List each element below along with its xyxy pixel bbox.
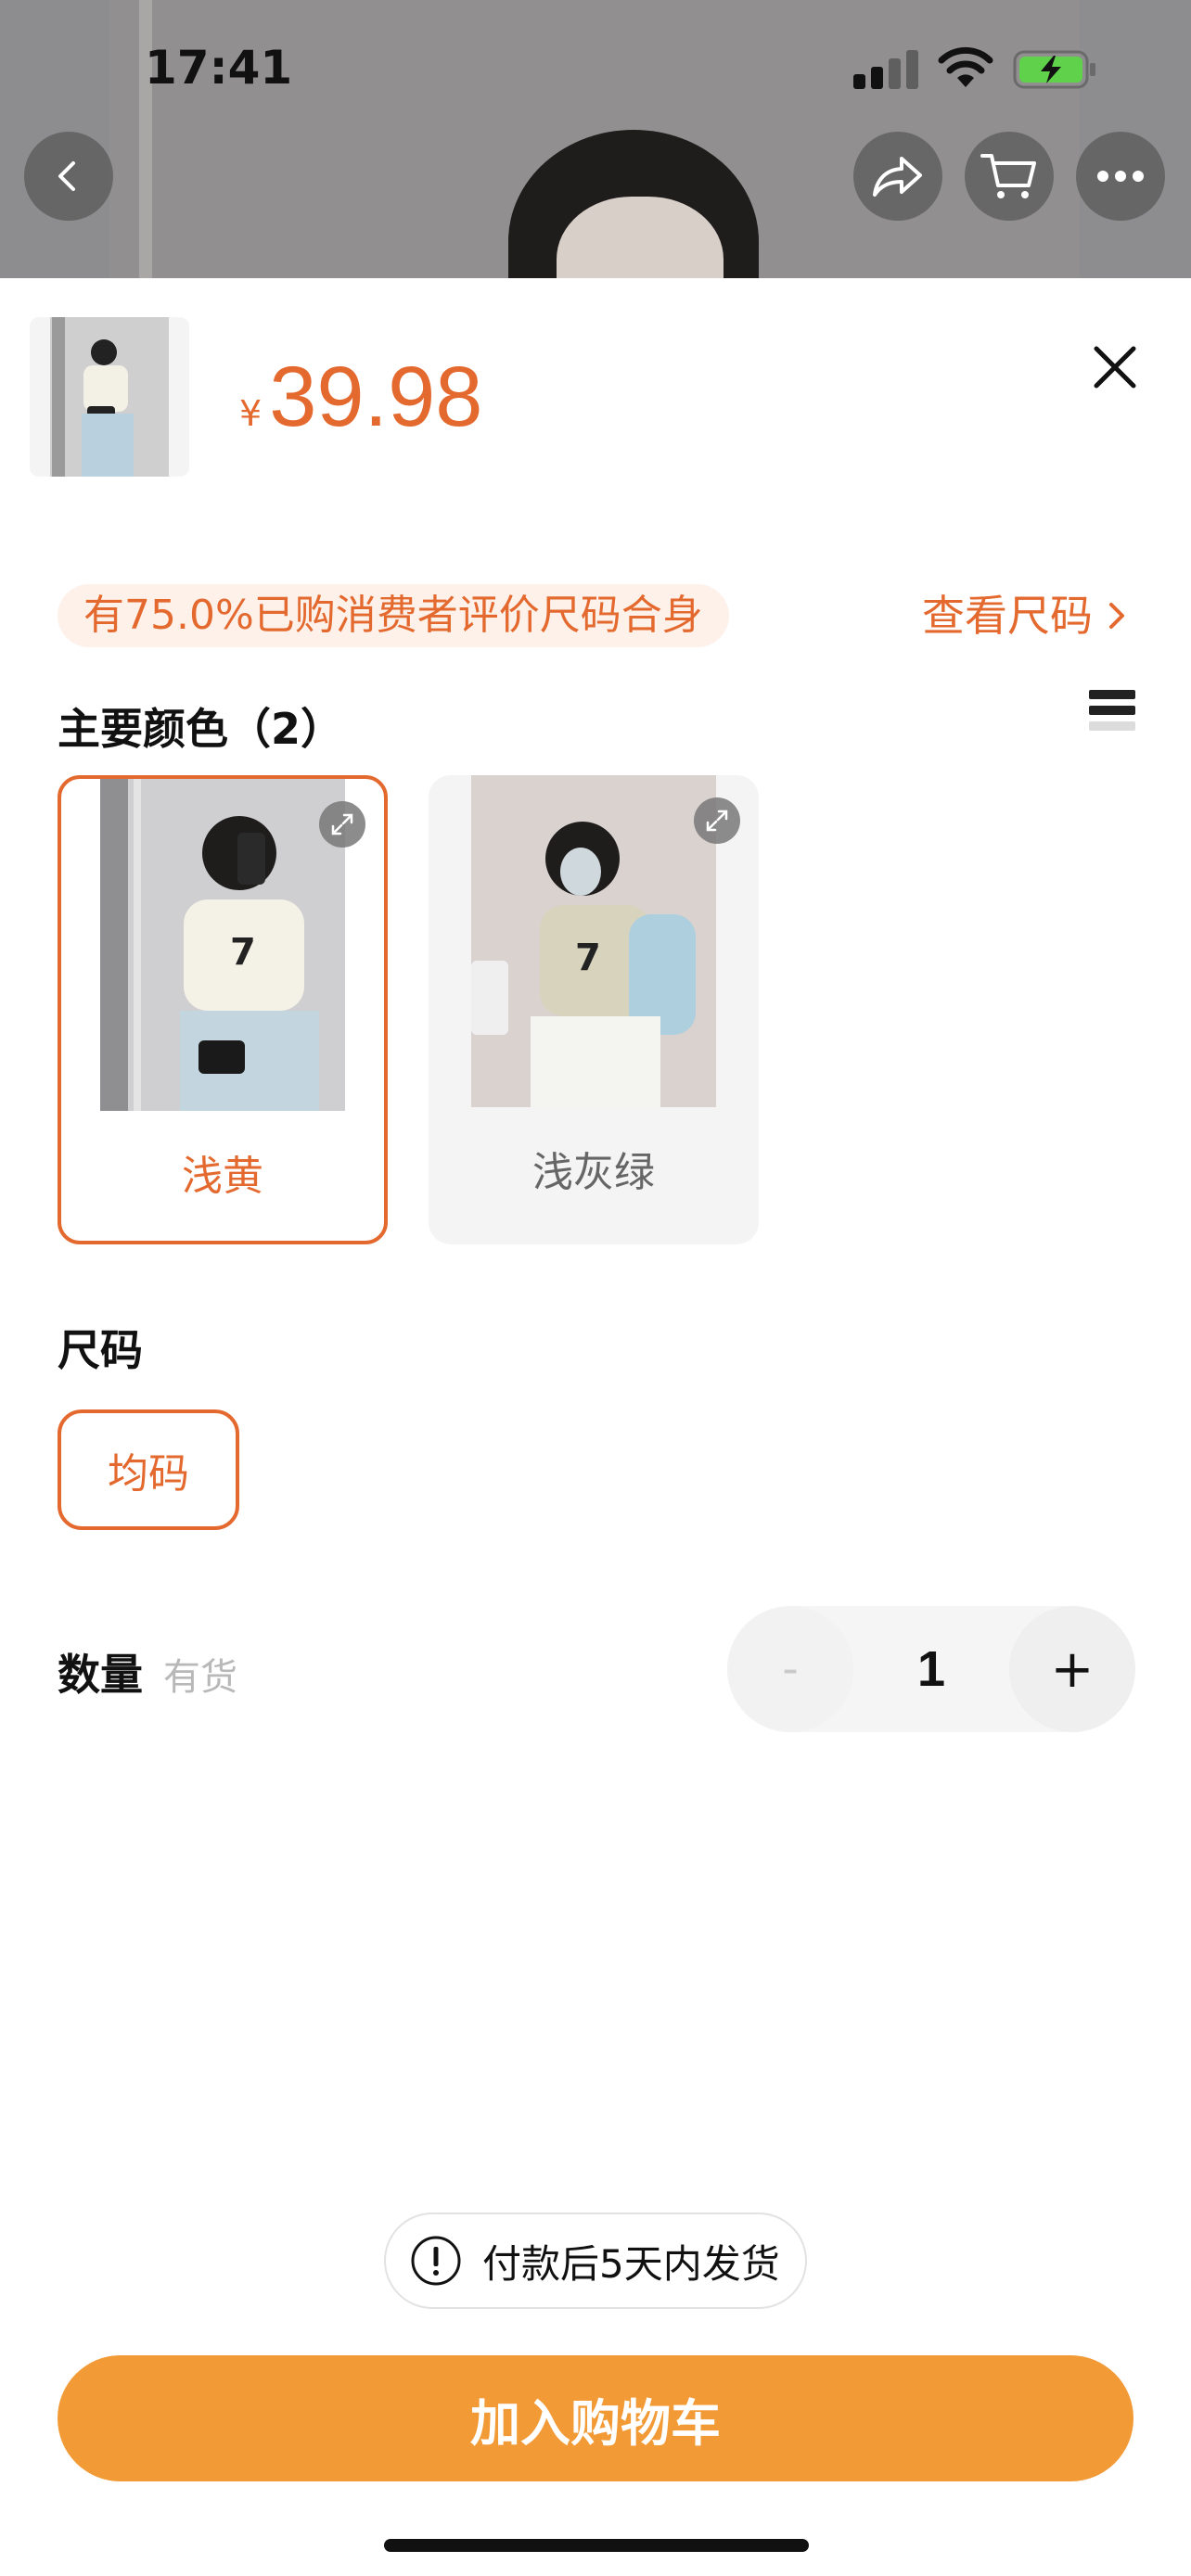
shipping-notice: 付款后5天内发货: [384, 2213, 807, 2309]
cellular-signal-icon: [853, 48, 920, 89]
wifi-icon: [938, 46, 993, 87]
view-size-chart-link[interactable]: 查看尺码: [922, 586, 1130, 645]
color-section-title: 主要颜色（2）: [58, 704, 344, 754]
battery-icon: [1013, 50, 1095, 89]
price-value: 39.98: [269, 350, 483, 444]
more-button[interactable]: [1076, 132, 1165, 221]
size-fit-notice: 有75.0%已购消费者评价尺码合身: [58, 584, 729, 647]
share-icon: [873, 157, 922, 197]
home-indicator: [384, 2539, 809, 2552]
svg-text:7: 7: [230, 931, 256, 974]
increase-quantity-button[interactable]: +: [1009, 1606, 1135, 1732]
color-option-light-gray-green[interactable]: 7 浅灰绿: [429, 775, 759, 1244]
currency-symbol: ¥: [239, 393, 263, 434]
add-to-cart-button[interactable]: 加入购物车: [58, 2355, 1133, 2481]
chevron-left-icon: [58, 161, 75, 191]
quantity-value[interactable]: 1: [853, 1606, 1009, 1732]
list-view-icon[interactable]: [1089, 690, 1135, 740]
decrease-quantity-button[interactable]: -: [727, 1606, 853, 1732]
color-option-image: 7: [471, 775, 716, 1107]
share-button[interactable]: [853, 132, 942, 221]
close-icon[interactable]: [1087, 339, 1143, 395]
back-button[interactable]: [24, 132, 113, 221]
color-option-label: 浅灰绿: [532, 1149, 655, 1196]
quantity-label: 数量: [58, 1650, 143, 1700]
product-thumbnail[interactable]: [30, 317, 189, 477]
shipping-notice-text: 付款后5天内发货: [482, 2240, 780, 2287]
stock-status: 有货: [163, 1656, 237, 1699]
exclamation-icon: [411, 2236, 461, 2286]
size-option-one-size[interactable]: 均码: [58, 1409, 239, 1530]
cart-button[interactable]: [965, 132, 1054, 221]
status-time: 17:41: [145, 41, 293, 95]
size-section-title: 尺码: [58, 1325, 143, 1375]
expand-image-icon[interactable]: [319, 801, 365, 848]
color-option-label: 浅黄: [182, 1153, 263, 1200]
svg-text:7: 7: [575, 937, 601, 979]
color-option-image: 7: [100, 779, 345, 1111]
more-icon: [1097, 171, 1144, 182]
color-option-light-yellow[interactable]: 7 浅黄: [58, 775, 388, 1244]
cart-icon: [980, 154, 1036, 198]
quantity-stepper: - 1 +: [727, 1606, 1135, 1732]
chevron-right-icon: [1109, 603, 1124, 629]
expand-image-icon[interactable]: [694, 797, 740, 844]
price: ¥39.98: [239, 349, 482, 446]
